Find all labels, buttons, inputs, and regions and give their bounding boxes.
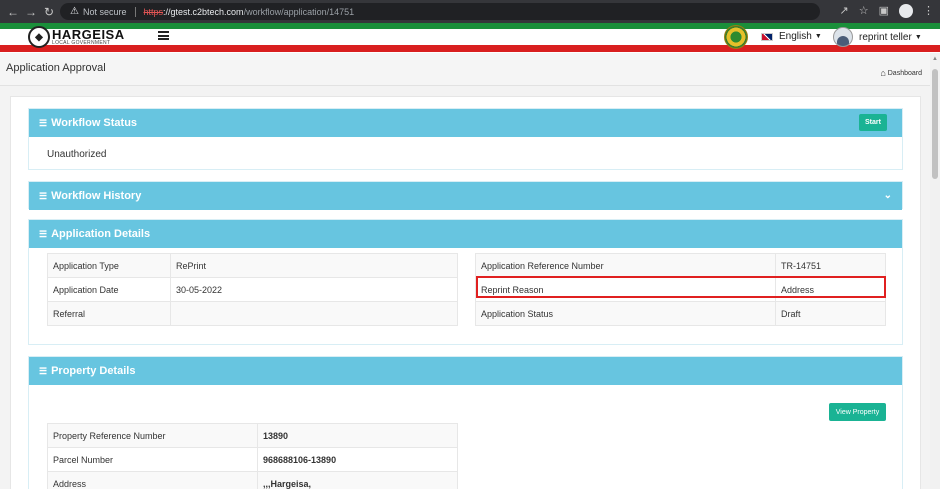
- row-label: Application Reference Number: [475, 253, 776, 278]
- table-row: Application Status Draft: [475, 301, 886, 326]
- property-details-table: Property Reference Number 13890 Parcel N…: [47, 423, 458, 489]
- row-value: Draft: [775, 301, 886, 326]
- row-label: Application Status: [475, 301, 776, 326]
- star-icon[interactable]: ☆: [859, 4, 869, 18]
- workflow-status-value: Unauthorized: [47, 149, 107, 160]
- row-label: Referral: [47, 301, 171, 326]
- application-details-left-table: Application Type RePrint Application Dat…: [47, 253, 458, 326]
- government-seal-icon: [724, 25, 748, 49]
- panel-title: Application Details: [51, 228, 151, 240]
- scroll-thumb[interactable]: [932, 69, 938, 179]
- app-header: ◆ HARGEISA LOCAL GOVERNMENT English ▼ re…: [0, 23, 940, 53]
- breadcrumb-dashboard[interactable]: Dashboard: [888, 70, 922, 77]
- list-icon: ☰: [39, 190, 48, 201]
- row-label: Parcel Number: [47, 447, 258, 472]
- logo[interactable]: ◆ HARGEISA LOCAL GOVERNMENT: [28, 26, 125, 48]
- table-row: Referral: [47, 301, 458, 326]
- back-arrow-icon[interactable]: ←: [4, 5, 22, 19]
- table-row: Property Reference Number 13890: [47, 423, 458, 448]
- workflow-history-panel[interactable]: ☰ Workflow History ⌄: [28, 181, 903, 210]
- page-scrollbar[interactable]: ▲: [930, 53, 940, 489]
- list-icon: ☰: [39, 365, 48, 376]
- row-label: Property Reference Number: [47, 423, 258, 448]
- start-button[interactable]: Start: [859, 114, 887, 131]
- list-icon: ☰: [39, 117, 48, 128]
- language-label: English: [779, 31, 812, 42]
- logo-emblem-icon: ◆: [28, 26, 50, 48]
- hamburger-menu-icon[interactable]: [158, 31, 169, 40]
- chevron-down-icon[interactable]: ⌄: [884, 190, 892, 201]
- list-icon: ☰: [39, 228, 48, 239]
- flag-stripe-red: [0, 45, 940, 52]
- row-value: 30-05-2022: [170, 277, 458, 302]
- application-details-panel: ☰ Application Details Application Type R…: [28, 219, 903, 345]
- breadcrumb[interactable]: ⌂ Dashboard: [880, 68, 922, 78]
- property-details-header: ☰ Property Details: [29, 357, 902, 385]
- table-row: Application Type RePrint: [47, 253, 458, 278]
- row-label: Application Type: [47, 253, 171, 278]
- language-selector[interactable]: English ▼: [761, 31, 822, 42]
- row-value: RePrint: [170, 253, 458, 278]
- property-details-panel: ☰ Property Details View Property Propert…: [28, 356, 903, 489]
- menu-dots-icon[interactable]: ⋮: [923, 4, 934, 18]
- address-bar[interactable]: ⚠ Not secure https://gtest.c2btech.com/w…: [60, 3, 820, 20]
- sidebar-icon[interactable]: ▣: [879, 4, 889, 18]
- application-details-right-table: Application Reference Number TR-14751 Re…: [475, 253, 886, 326]
- url-scheme: https: [143, 6, 164, 17]
- page-heading-bar: Application Approval ⌂ Dashboard: [0, 53, 940, 86]
- panel-title: Workflow History: [51, 190, 142, 202]
- home-icon: ⌂: [880, 68, 886, 78]
- url-host: ://gtest.c2btech.com: [163, 6, 244, 17]
- table-row: Application Reference Number TR-14751: [475, 253, 886, 278]
- table-row: Parcel Number 968688106-13890: [47, 447, 458, 472]
- warning-icon: ⚠: [70, 6, 79, 17]
- main-content: ☰ Workflow Status Start Unauthorized ☰ W…: [10, 96, 921, 489]
- row-label: Reprint Reason: [475, 277, 776, 302]
- browser-actions: ↗ ☆ ▣ ⋮: [840, 4, 934, 18]
- reload-icon[interactable]: ↻: [40, 5, 58, 19]
- profile-icon[interactable]: [899, 4, 913, 18]
- table-row: Reprint Reason Address: [475, 277, 886, 302]
- workflow-history-header[interactable]: ☰ Workflow History ⌄: [29, 182, 902, 210]
- share-icon[interactable]: ↗: [840, 4, 849, 18]
- user-name: reprint teller: [859, 31, 912, 43]
- row-value: 13890: [257, 423, 458, 448]
- application-details-header: ☰ Application Details: [29, 220, 902, 248]
- row-label: Application Date: [47, 277, 171, 302]
- forward-arrow-icon[interactable]: →: [22, 5, 40, 19]
- table-row: Address ,,,Hargeisa,: [47, 471, 458, 489]
- user-menu[interactable]: reprint teller ▼: [833, 27, 922, 47]
- separator: [134, 6, 136, 17]
- caret-down-icon: ▼: [914, 33, 922, 41]
- browser-toolbar: ← → ↻ ⚠ Not secure https://gtest.c2btech…: [0, 0, 940, 23]
- uk-flag-icon: [761, 32, 773, 41]
- flag-stripe-green: [0, 23, 940, 29]
- table-row: Application Date 30-05-2022: [47, 277, 458, 302]
- panel-title: Property Details: [51, 365, 136, 377]
- security-label: Not secure: [82, 6, 127, 17]
- workflow-status-header: ☰ Workflow Status Start: [29, 109, 902, 137]
- view-property-button[interactable]: View Property: [829, 403, 886, 421]
- scroll-up-icon[interactable]: ▲: [932, 56, 938, 62]
- row-value: [170, 301, 458, 326]
- row-label: Address: [47, 471, 258, 489]
- panel-title: Workflow Status: [51, 117, 138, 129]
- row-value: TR-14751: [775, 253, 886, 278]
- page-title: Application Approval: [6, 62, 106, 74]
- workflow-status-panel: ☰ Workflow Status Start Unauthorized: [28, 108, 903, 170]
- avatar: [833, 27, 853, 47]
- row-value: Address: [775, 277, 886, 302]
- row-value: 968688106-13890: [257, 447, 458, 472]
- row-value: ,,,Hargeisa,: [257, 471, 458, 489]
- caret-down-icon: ▼: [814, 33, 822, 40]
- url-path: /workflow/application/14751: [243, 6, 355, 17]
